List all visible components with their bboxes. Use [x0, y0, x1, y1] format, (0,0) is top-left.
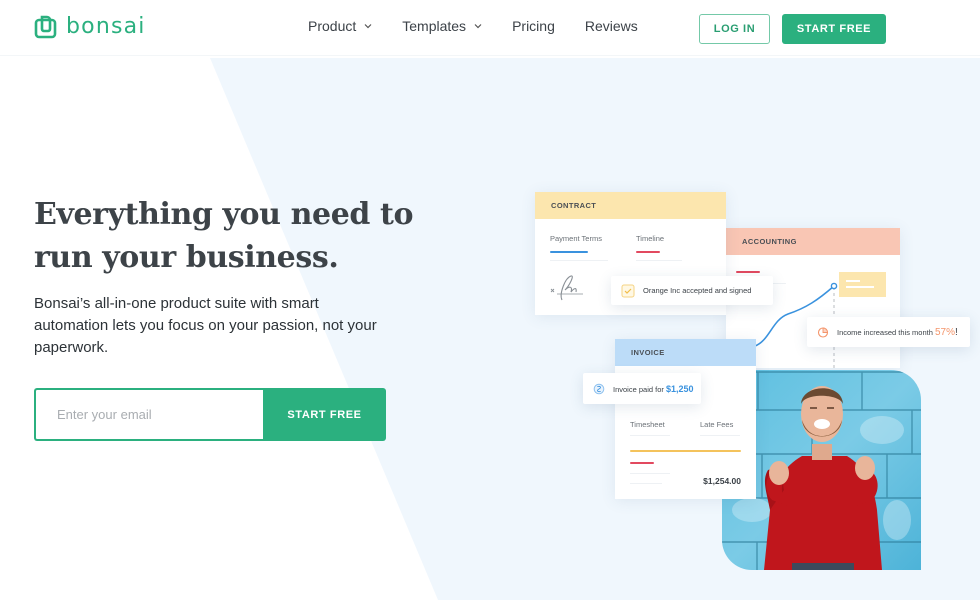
contract-signed-text: Orange Inc accepted and signed: [643, 286, 752, 295]
site-header: bonsai Product Templates Pricing Reviews…: [0, 0, 980, 56]
start-free-hero-button[interactable]: START FREE: [263, 388, 386, 441]
main-nav: Product Templates Pricing Reviews: [308, 18, 638, 34]
income-toast: Income increased this month 57%!: [807, 317, 970, 347]
nav-reviews-label: Reviews: [584, 18, 638, 34]
nav-pricing[interactable]: Pricing: [512, 18, 555, 34]
signup-form: START FREE: [34, 388, 386, 441]
timeline-bar: [636, 251, 660, 253]
invoice-card: INVOICE Timesheet Late Fees $1,254.00: [615, 339, 756, 499]
pie-chart-icon: [817, 327, 829, 338]
income-label: Income increased this month: [837, 327, 933, 337]
start-free-header-button[interactable]: START FREE: [782, 14, 886, 44]
income-exclamation: !: [955, 326, 958, 338]
nav-pricing-label: Pricing: [512, 18, 555, 34]
placeholder-line: [630, 473, 670, 474]
contract-signed-toast: Orange Inc accepted and signed: [611, 276, 773, 305]
chevron-down-icon: [364, 24, 372, 29]
income-percent: 57%: [934, 326, 955, 338]
money-icon: [593, 383, 605, 394]
nav-product[interactable]: Product: [308, 18, 372, 34]
timeline-label: Timeline: [636, 234, 665, 243]
nav-product-label: Product: [308, 18, 357, 34]
late-fees-label: Late Fees: [700, 420, 734, 429]
placeholder-line: [636, 260, 682, 261]
payment-terms-bar: [550, 251, 588, 253]
nav-templates-label: Templates: [402, 18, 467, 34]
nav-reviews[interactable]: Reviews: [585, 18, 638, 34]
invoice-paid-label: Invoice paid for: [613, 384, 664, 394]
payment-terms-label: Payment Terms: [550, 234, 602, 243]
placeholder-line: [630, 435, 670, 436]
logo[interactable]: bonsai: [34, 15, 146, 39]
signature-icon: [550, 275, 583, 301]
placeholder-line: [630, 483, 662, 484]
login-button[interactable]: LOG IN: [699, 14, 770, 44]
income-text: Income increased this month 57%!: [837, 327, 958, 338]
invoice-paid-text: Invoice paid for $1,250: [613, 384, 694, 394]
contract-card-title: CONTRACT: [535, 192, 726, 219]
timesheet-label: Timesheet: [630, 420, 665, 429]
invoice-card-title: INVOICE: [615, 339, 756, 366]
timesheet-bar: [630, 462, 654, 464]
placeholder-line: [550, 260, 608, 261]
chevron-down-icon: [474, 24, 482, 29]
invoice-total: $1,254.00: [703, 476, 741, 486]
invoice-paid-toast: Invoice paid for $1,250: [583, 373, 701, 404]
hero-title-line2: run your business.: [34, 240, 339, 275]
nav-templates[interactable]: Templates: [402, 18, 482, 34]
bonsai-logo-icon: [34, 15, 57, 39]
logo-text: bonsai: [66, 14, 146, 39]
late-fees-bar: [630, 450, 741, 452]
checkbox-checked-icon: [621, 284, 635, 297]
placeholder-line: [700, 435, 740, 436]
hero-title-line1: Everything you need to: [34, 197, 414, 232]
invoice-paid-amount: $1,250: [665, 383, 694, 394]
hero-title: Everything you need to run your business…: [34, 193, 454, 279]
email-input[interactable]: [34, 388, 263, 441]
hero-subtitle: Bonsai’s all-in-one product suite with s…: [34, 295, 377, 356]
